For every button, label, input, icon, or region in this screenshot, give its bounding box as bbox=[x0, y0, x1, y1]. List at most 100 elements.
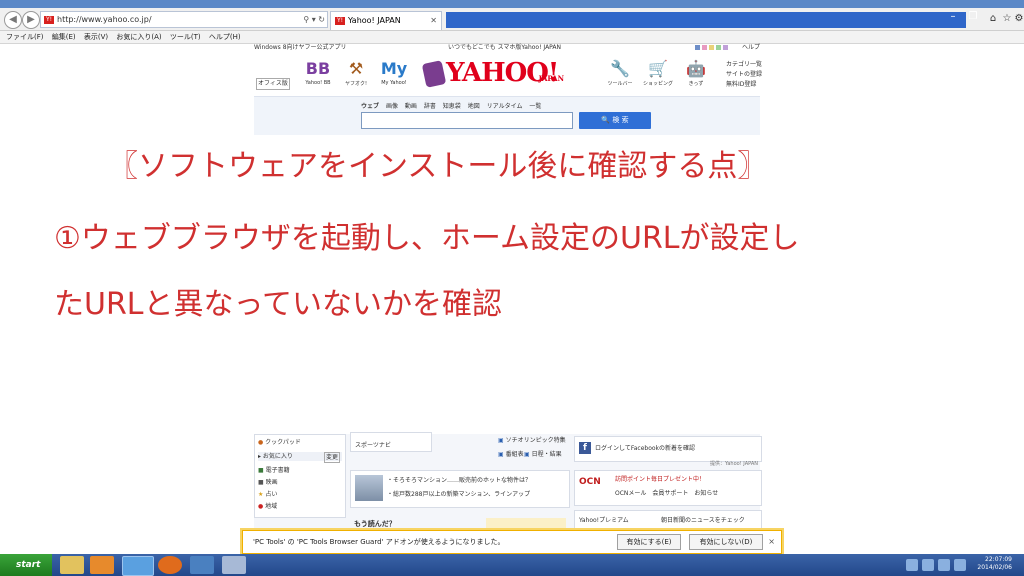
volume-icon[interactable] bbox=[954, 559, 966, 571]
tab-close-icon[interactable]: ✕ bbox=[430, 12, 437, 30]
search-tab-list[interactable]: 一覧 bbox=[529, 103, 541, 110]
network-icon[interactable] bbox=[938, 559, 950, 571]
notification-text: 'PC Tools' の 'PC Tools Browser Guard' アド… bbox=[253, 538, 505, 546]
ocn-promo[interactable]: 訪問ポイント毎日プレゼント中！ bbox=[615, 475, 705, 484]
address-favicon-icon: Y! bbox=[44, 15, 54, 24]
addon-notification: 'PC Tools' の 'PC Tools Browser Guard' アド… bbox=[242, 530, 782, 554]
facebook-link[interactable]: ログインしてFacebookの新着を確認 bbox=[595, 444, 695, 453]
firefox-icon[interactable] bbox=[158, 556, 182, 574]
list-item[interactable]: ★ 占い bbox=[258, 490, 277, 499]
news-link[interactable]: ・総戸数288戸以上の新築マンション、ラインアップ bbox=[387, 490, 530, 499]
service-shopping[interactable]: 🛒 ショッピング bbox=[640, 58, 676, 87]
news-link[interactable]: ・そろそろマンション……販売前のホットな物件は？ bbox=[387, 476, 531, 485]
sports-link[interactable]: スポーツナビ bbox=[355, 441, 391, 450]
search-tab-web[interactable]: ウェブ bbox=[361, 103, 379, 110]
address-url: http://www.yahoo.co.jp/ bbox=[57, 15, 152, 24]
service-bb[interactable]: BB Yahoo! BB bbox=[300, 58, 336, 86]
service-myyahoo[interactable]: My My Yahoo! bbox=[376, 58, 412, 86]
free-id-link[interactable]: 無料ID登録 bbox=[726, 80, 762, 90]
toolbar-icon: 🔧 bbox=[610, 59, 630, 78]
search-button[interactable]: 🔍 検 索 bbox=[579, 112, 651, 129]
menu-view[interactable]: 表示(V) bbox=[84, 33, 108, 41]
menu-edit[interactable]: 編集(E) bbox=[52, 33, 76, 41]
maximize-icon[interactable]: ❐ bbox=[966, 10, 980, 24]
search-tab-chiebukuro[interactable]: 知恵袋 bbox=[443, 103, 461, 110]
office-version-button[interactable]: オフィス版 bbox=[256, 78, 290, 90]
internet-explorer-icon[interactable] bbox=[122, 556, 154, 576]
category-link[interactable]: カテゴリ一覧 bbox=[726, 60, 762, 70]
service-label: ツールバー bbox=[607, 81, 633, 87]
olympic-link[interactable]: ▣ ソチオリンピック特集 bbox=[498, 436, 566, 445]
menu-file[interactable]: ファイル(F) bbox=[6, 33, 44, 41]
tray-icon[interactable] bbox=[922, 559, 934, 571]
tab-title: Yahoo! JAPAN bbox=[348, 16, 401, 25]
premium-box: Yahoo!プレミアム 朝日新聞のニュースをチェック bbox=[574, 510, 762, 532]
paint-icon[interactable] bbox=[222, 556, 246, 574]
clock-date: 2014/02/06 bbox=[977, 564, 1012, 571]
start-button[interactable]: start bbox=[0, 554, 52, 576]
search-tab-map[interactable]: 地図 bbox=[468, 103, 480, 110]
list-item[interactable]: ● 地域 bbox=[258, 502, 277, 511]
search-tab-realtime[interactable]: リアルタイム bbox=[487, 103, 523, 110]
facebook-box[interactable]: f ログインしてFacebookの新着を確認 bbox=[574, 436, 762, 462]
service-label: ヤフオク! bbox=[345, 81, 367, 87]
yahoo-logo[interactable]: YAHOO! JAPAN bbox=[421, 58, 570, 92]
favorites-section[interactable]: ▸ お気に入り 変更 bbox=[258, 452, 342, 463]
address-bar[interactable]: Y! http://www.yahoo.co.jp/ ⚲ ▾ ↻ bbox=[40, 11, 328, 28]
annotation-line-2: ①ウェブブラウザを起動し、ホーム設定のURLが設定し bbox=[54, 221, 800, 256]
annotation-line-3: たURLと異なっていないかを確認 bbox=[54, 287, 503, 322]
site-register-link[interactable]: サイトの登録 bbox=[726, 70, 762, 80]
schedule-link[interactable]: ▣ 日程・結果 bbox=[524, 450, 562, 459]
media-player-icon[interactable] bbox=[90, 556, 114, 574]
ocn-logo[interactable]: OCN bbox=[579, 477, 601, 487]
tab-favicon-icon: Y! bbox=[335, 16, 345, 25]
list-item[interactable]: ■ 電子書籍 bbox=[258, 466, 290, 475]
address-search-refresh-icon[interactable]: ⚲ ▾ ↻ bbox=[303, 12, 325, 27]
facebook-icon: f bbox=[579, 442, 591, 454]
win8-app-link[interactable]: Windows 8向けヤフー公式アプリ bbox=[254, 44, 347, 51]
search-input[interactable] bbox=[361, 112, 573, 129]
enable-addon-button[interactable]: 有効にする(E) bbox=[617, 534, 681, 550]
list-item[interactable]: ■ 映画 bbox=[258, 478, 278, 487]
menu-help[interactable]: ヘルプ(H) bbox=[209, 33, 241, 41]
home-icon[interactable]: ⌂ bbox=[986, 12, 1000, 26]
minimize-icon[interactable]: – bbox=[946, 10, 960, 24]
browser-toolbar: ◀ ▶ Y! http://www.yahoo.co.jp/ ⚲ ▾ ↻ Y! Ya… bbox=[0, 8, 1024, 31]
settings-gear-icon[interactable]: ⚙ bbox=[1012, 12, 1024, 26]
smartphone-link[interactable]: いつでもどこでも スマホ版Yahoo! JAPAN bbox=[448, 43, 561, 53]
explorer-folder-icon[interactable] bbox=[60, 556, 84, 574]
service-label: ショッピング bbox=[642, 81, 673, 87]
edit-button[interactable]: 変更 bbox=[323, 452, 340, 463]
tray-icon[interactable] bbox=[906, 559, 918, 571]
ocn-links[interactable]: OCNメール 会員サポート お知らせ bbox=[615, 489, 718, 498]
premium-text[interactable]: 朝日新聞のニュースをチェック bbox=[661, 516, 745, 525]
search-tab-video[interactable]: 動画 bbox=[405, 103, 417, 110]
theme-swatch-icon[interactable] bbox=[716, 45, 721, 50]
premium-link[interactable]: Yahoo!プレミアム bbox=[579, 516, 629, 525]
service-kids[interactable]: 🤖 きっず bbox=[678, 58, 714, 87]
theme-swatch-icon[interactable] bbox=[709, 45, 714, 50]
menu-tools[interactable]: ツール(T) bbox=[170, 33, 201, 41]
ad-news-box: ・そろそろマンション……販売前のホットな物件は？ ・総戸数288戸以上の新築マン… bbox=[350, 470, 570, 508]
menu-favorites[interactable]: お気に入り(A) bbox=[116, 33, 161, 41]
theme-swatch-icon[interactable] bbox=[702, 45, 707, 50]
service-label: Yahoo! BB bbox=[305, 80, 331, 86]
forward-button[interactable]: ▶ bbox=[22, 11, 40, 29]
back-button[interactable]: ◀ bbox=[4, 11, 22, 29]
service-toolbar[interactable]: 🔧 ツールバー bbox=[602, 58, 638, 87]
list-item[interactable]: ● クックパッド bbox=[258, 438, 301, 447]
logo-sub: JAPAN bbox=[538, 74, 564, 83]
help-link[interactable]: ヘルプ bbox=[742, 43, 760, 53]
tab-yahoo[interactable]: Y! Yahoo! JAPAN ✕ bbox=[330, 11, 442, 30]
disable-addon-button[interactable]: 有効にしない(D) bbox=[689, 534, 763, 550]
service-auction[interactable]: ⚒ ヤフオク! bbox=[338, 58, 374, 87]
search-tab-dictionary[interactable]: 辞書 bbox=[424, 103, 436, 110]
theme-swatch-icon[interactable] bbox=[695, 45, 700, 50]
theme-swatch-icon[interactable] bbox=[723, 45, 728, 50]
clock[interactable]: 22:07:09 2014/02/06 bbox=[977, 556, 1012, 572]
building-thumbnail bbox=[355, 475, 383, 501]
tv-link[interactable]: ▣ 番組表 bbox=[498, 450, 524, 459]
search-tab-image[interactable]: 画像 bbox=[386, 103, 398, 110]
app-icon[interactable] bbox=[190, 556, 214, 574]
notification-close-icon[interactable]: × bbox=[768, 531, 775, 553]
